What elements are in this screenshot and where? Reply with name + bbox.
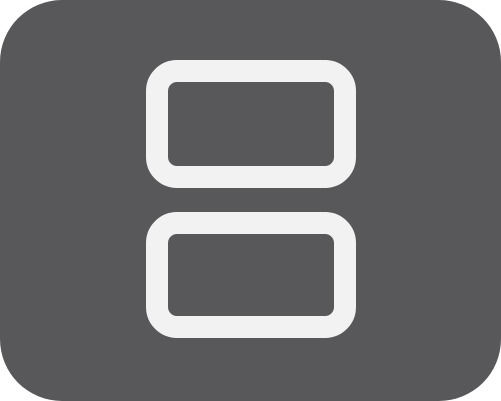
icon-svg: [0, 0, 501, 401]
app-icon-frame: [0, 0, 501, 401]
dual-screen-console-icon: [0, 0, 501, 401]
